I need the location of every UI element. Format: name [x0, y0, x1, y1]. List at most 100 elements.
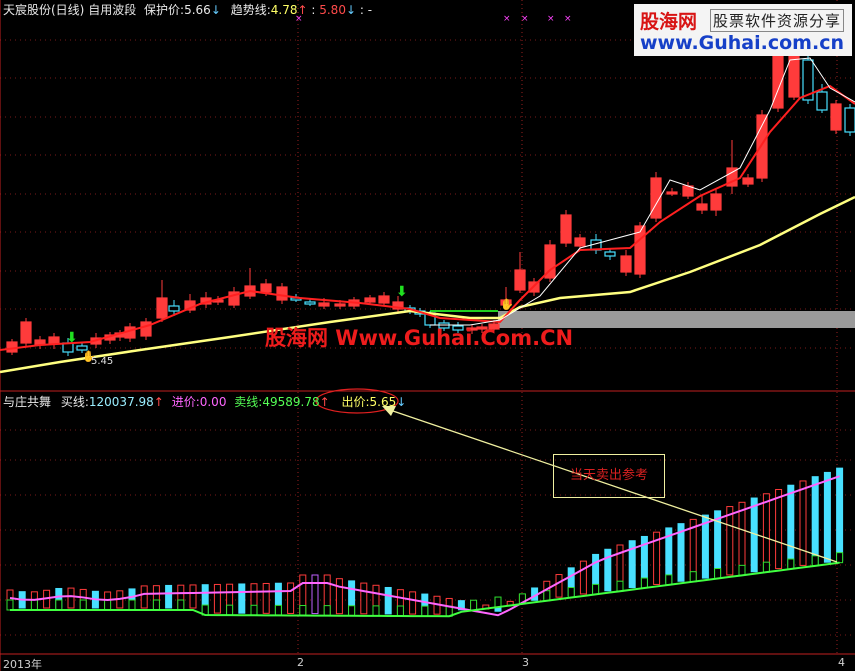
sell-bar [6, 599, 14, 611]
indicator-bar [811, 476, 819, 565]
trend-value: 4.78 [270, 3, 298, 17]
logo-site-name: 股海网 [640, 11, 698, 33]
x-marker: × [547, 14, 555, 24]
sell-bar [616, 580, 624, 592]
x-marker: × [564, 14, 572, 24]
sell-bar [470, 599, 478, 611]
site-logo: 股海网 股票软件资源分享 www.Guhai.com.cn [634, 4, 852, 56]
logo-url: www.Guhai.com.cn [640, 32, 844, 54]
x-label-feb: 2 [297, 656, 304, 669]
indicator-bar [787, 484, 795, 568]
sell-bar [299, 605, 307, 617]
candle-body [48, 336, 60, 344]
candle-body [276, 286, 288, 301]
sell-bar [323, 605, 331, 617]
indicator-name: 自用波段 [88, 3, 137, 17]
indicator-bar [775, 488, 783, 570]
sell-value: 49589.78 [262, 395, 320, 409]
candle-body [514, 269, 526, 291]
candle-body [604, 251, 616, 257]
candle-body [156, 297, 168, 319]
upper-header: 天宸股份(日线) 自用波段 保护价:5.66↓ 趋势线:4.78↑ : 5.80… [3, 3, 372, 17]
indicator-bar [165, 584, 173, 609]
sell-bar [226, 604, 234, 616]
chart-window[interactable]: ⬇ ⬇ ✋ ✋ × × × × × 天宸股份(日线) 自用波段 保护价:5.66↓ 趋势线:4.… [0, 0, 855, 671]
sell-bar [787, 558, 795, 570]
sell-bar [567, 587, 575, 599]
indicator-bar [836, 467, 844, 562]
sell-bar [128, 599, 136, 611]
indicator-bar [67, 587, 75, 609]
indicator-bar [384, 586, 392, 615]
indicator-bar [335, 578, 343, 615]
buy-up-icon: ↑ [153, 395, 164, 409]
trend-label: 趋势线: [230, 3, 271, 17]
x-label-mar: 3 [522, 656, 529, 669]
candle-body [620, 255, 632, 273]
protect-value: 5.66 [184, 3, 211, 17]
green-down-arrow-icon: ⬇ [396, 284, 408, 300]
sell-up-icon: ↑ [319, 395, 330, 409]
indicator-bar [213, 583, 221, 614]
sell-bar [421, 605, 429, 617]
candle-body [742, 177, 754, 185]
green-down-arrow-icon: ⬇ [66, 330, 78, 346]
entry-label: 进价: [171, 395, 200, 409]
x-label-2013: 2013年 [3, 658, 42, 671]
indicator-bar [311, 574, 319, 615]
sell-bar [30, 599, 38, 611]
logo-slogan: 股票软件资源分享 [710, 9, 845, 32]
second-down-icon: ↓ [345, 3, 357, 17]
sell-bar [665, 574, 673, 586]
buy-hand-icon: ✋ [500, 298, 514, 311]
sell-bar [494, 596, 502, 608]
candle-body [168, 305, 180, 312]
indicator-bar [738, 501, 746, 574]
exit-down-icon: ↓ [396, 395, 407, 409]
sell-bar [592, 583, 600, 595]
candle-body [788, 55, 800, 98]
candle-body [6, 341, 18, 353]
sell-bar [396, 605, 404, 617]
indicator-bar [262, 582, 270, 614]
candle-body [560, 214, 572, 244]
lower-indicator-name: 与庄共舞 [3, 395, 52, 409]
indicator-bar [555, 574, 563, 598]
x-label-apr: 4 [838, 656, 845, 669]
sell-bar [738, 564, 746, 576]
protect-line [0, 84, 855, 351]
x-marker: × [503, 14, 511, 24]
sell-bar [811, 555, 819, 567]
indicator-bar [799, 480, 807, 566]
white-line [430, 57, 855, 326]
protect-label: 保护价: [144, 3, 185, 17]
candle-body [830, 103, 842, 131]
candle-body [364, 297, 376, 303]
candle-body [574, 237, 586, 247]
sell-bar [762, 561, 770, 573]
lower-header: 与庄共舞 买线:120037.98↑ 进价:0.00 卖线:49589.78↑ … [3, 395, 406, 409]
indicator-bar [287, 582, 295, 614]
sell-bar [274, 604, 282, 616]
indicator-bar [140, 585, 148, 609]
sell-bar [55, 599, 63, 611]
trend-up-icon: ↑ [297, 3, 308, 17]
indicator-bar [726, 506, 734, 576]
candle-body [666, 191, 678, 195]
sell-bar [152, 599, 160, 611]
sell-bar [689, 571, 697, 583]
candle-body [318, 302, 330, 307]
sell-bar [836, 552, 844, 564]
indicator-bar [360, 582, 368, 615]
sell-bar [714, 568, 722, 580]
candle-body [844, 107, 855, 133]
buy-label: 买线: [60, 395, 89, 409]
low-price-label: 5.45 [91, 356, 114, 367]
sell-bar [372, 605, 380, 617]
separator: : [311, 3, 316, 17]
candle-body [260, 283, 272, 293]
sell-bar [104, 599, 112, 611]
candle-body [710, 193, 722, 211]
candle-body [334, 303, 346, 307]
protect-down-icon: ↓ [210, 3, 221, 17]
